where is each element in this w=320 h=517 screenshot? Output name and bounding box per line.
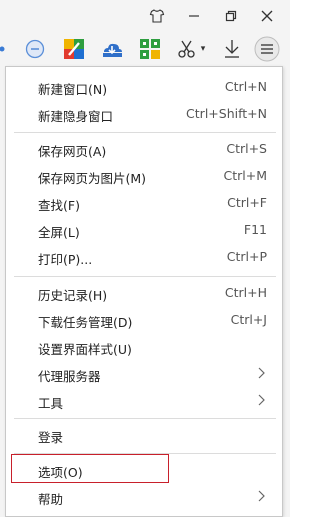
menu-item-label: 全屏(L) (38, 225, 80, 240)
menu-item-new-incognito-window[interactable]: 新建隐身窗口 Ctrl+Shift+N (6, 100, 282, 127)
cloud-download-icon[interactable] (100, 37, 124, 61)
menu-item-shortcut: Ctrl+N (224, 79, 267, 94)
menu-item-label: 登录 (38, 430, 64, 445)
menu-separator (14, 418, 276, 419)
menu-item-label: 代理服务器 (38, 369, 101, 384)
menu-item-proxy-server[interactable]: 代理服务器 (6, 360, 282, 387)
menu-item-label: 保存网页为图片(M) (38, 171, 147, 186)
menu-item-label: 下载任务管理(D) (38, 315, 133, 330)
title-bar (0, 0, 290, 32)
menu-separator (14, 132, 276, 133)
toolbar: ▾ (0, 32, 290, 66)
menu-item-label: 设置界面样式(U) (38, 342, 132, 357)
menu-item-shortcut: Ctrl+S (226, 141, 267, 156)
menu-item-label: 新建窗口(N) (38, 82, 108, 97)
menu-item-new-window[interactable]: 新建窗口(N) Ctrl+N (6, 73, 282, 100)
main-menu: 新建窗口(N) Ctrl+N 新建隐身窗口 Ctrl+Shift+N 保存网页(… (5, 66, 283, 517)
menu-icon[interactable] (254, 36, 280, 62)
menu-item-label: 帮助 (38, 492, 64, 507)
menu-item-download-manager[interactable]: 下载任务管理(D) Ctrl+J (6, 306, 282, 333)
menu-item-save-page-as-image[interactable]: 保存网页为图片(M) Ctrl+M (6, 162, 282, 189)
menu-item-label: 查找(F) (38, 198, 80, 213)
menu-item-label: 新建隐身窗口 (38, 109, 114, 124)
menu-item-shortcut: F11 (243, 222, 267, 237)
minus-circle-icon[interactable] (24, 37, 46, 61)
restore-icon[interactable] (216, 0, 246, 32)
minimize-icon[interactable] (179, 0, 209, 32)
browser-window: ▾ 新建窗口(N) Ctrl+N 新建隐身窗口 Ctrl+Shift+N 保存网… (0, 0, 290, 517)
menu-item-shortcut: Ctrl+Shift+N (186, 106, 267, 121)
scissors-dropdown-icon[interactable]: ▾ (198, 37, 208, 61)
apps-grid-icon[interactable] (138, 37, 162, 61)
color-blocks-icon[interactable] (62, 37, 86, 61)
menu-item-label: 历史记录(H) (38, 288, 108, 303)
highlight-box (11, 454, 169, 483)
menu-item-shortcut: Ctrl+H (224, 285, 267, 300)
chevron-right-icon (258, 367, 265, 379)
menu-separator (14, 276, 276, 277)
menu-item-find[interactable]: 查找(F) Ctrl+F (6, 189, 282, 216)
menu-item-print[interactable]: 打印(P)... Ctrl+P (6, 243, 282, 270)
chevron-right-icon (258, 490, 265, 502)
menu-item-label: 工具 (38, 396, 64, 411)
menu-item-tools[interactable]: 工具 (6, 387, 282, 414)
menu-item-save-page[interactable]: 保存网页(A) Ctrl+S (6, 135, 282, 162)
menu-item-label: 保存网页(A) (38, 144, 107, 159)
menu-item-fullscreen[interactable]: 全屏(L) F11 (6, 216, 282, 243)
menu-item-login[interactable]: 登录 (6, 421, 282, 448)
overflow-dot-icon (0, 37, 8, 61)
menu-item-shortcut: Ctrl+P (226, 249, 267, 264)
shirt-icon[interactable] (142, 0, 172, 32)
menu-item-interface-style[interactable]: 设置界面样式(U) (6, 333, 282, 360)
menu-item-label: 打印(P)... (38, 252, 93, 267)
menu-item-shortcut: Ctrl+M (223, 168, 268, 183)
menu-item-help[interactable]: 帮助 (6, 483, 282, 510)
menu-item-shortcut: Ctrl+F (227, 195, 267, 210)
chevron-right-icon (258, 394, 265, 406)
download-arrow-icon[interactable] (221, 37, 243, 61)
menu-item-history[interactable]: 历史记录(H) Ctrl+H (6, 279, 282, 306)
close-icon[interactable] (252, 0, 282, 32)
menu-item-shortcut: Ctrl+J (230, 312, 267, 327)
scissors-icon[interactable] (176, 37, 198, 61)
